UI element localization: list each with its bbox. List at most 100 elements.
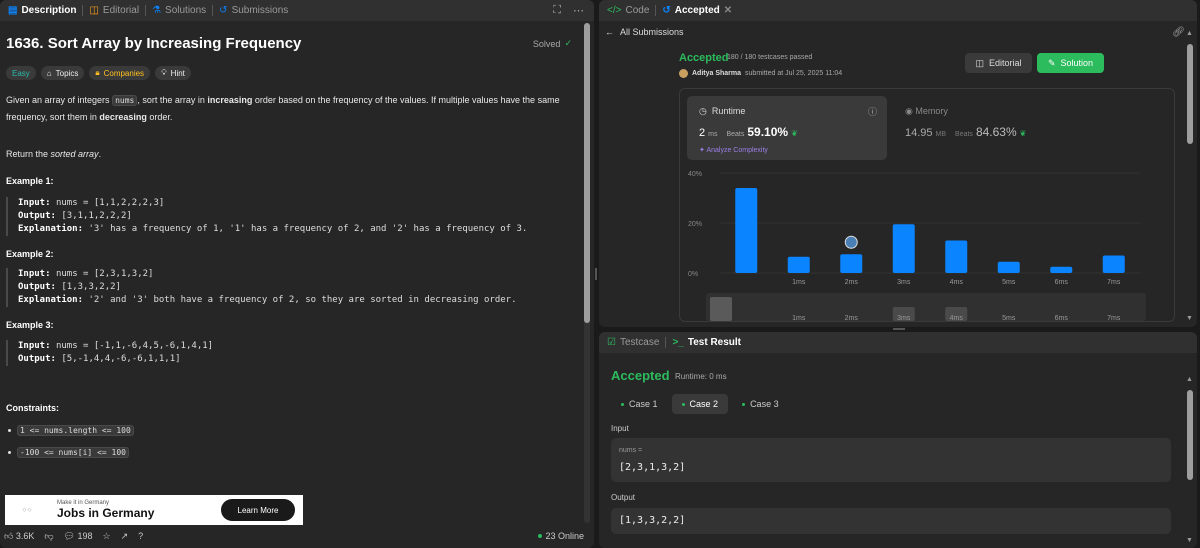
- test-tabbar: ☑ Testcase >_ Test Result: [599, 332, 1197, 353]
- scrollbar-thumb[interactable]: [584, 23, 590, 323]
- hint-chip[interactable]: 💡︎ Hint: [155, 66, 191, 80]
- x-tick-label: 6ms: [1055, 279, 1069, 286]
- analyze-complexity-link[interactable]: ✦ Analyze Complexity: [699, 146, 768, 154]
- submission-panel: </> Code ↺ Accepted ✕ ← All Submissions …: [599, 0, 1197, 327]
- topics-chip[interactable]: ⌂ Topics: [40, 66, 85, 80]
- description-content: 1636. Sort Array by Increasing Frequency…: [0, 21, 582, 524]
- bar: [840, 254, 863, 273]
- x-tick-label: 4ms: [950, 279, 964, 286]
- result-runtime: Runtime: 0 ms: [675, 372, 727, 381]
- expand-icon[interactable]: ⛶: [553, 4, 561, 17]
- example-2-block: Input: nums = [2,3,1,3,2] Output: [1,3,3…: [6, 268, 517, 307]
- tag-icon: ⌂: [46, 68, 52, 78]
- flask-icon: ⚗: [152, 5, 162, 16]
- minimap-label: 2ms: [845, 315, 859, 322]
- case-tabs: Case 1 Case 2 Case 3: [611, 394, 789, 414]
- y-tick-label: 40%: [688, 171, 702, 178]
- return-statement: Return the sorted array.: [6, 149, 102, 159]
- dislike-icon[interactable]: 👎︎: [44, 531, 53, 542]
- scrollbar-thumb[interactable]: [1187, 390, 1193, 480]
- constraint-item: -100 <= nums[i] <= 100: [8, 447, 129, 458]
- bar: [1050, 266, 1073, 273]
- description-panel: ▤ Description ◫ Editorial ⚗ Solutions ↺ …: [0, 0, 594, 548]
- share-icon[interactable]: ↗: [121, 531, 129, 542]
- book-icon: ◫: [89, 5, 99, 16]
- constraint-item: 1 <= nums.length <= 100: [8, 425, 134, 436]
- runtime-value: 2 ms Beats 59.10% ❦: [699, 125, 798, 139]
- minimap-label: 7ms: [1107, 315, 1121, 322]
- submission-scrollbar[interactable]: ▲ ▼: [1186, 30, 1194, 322]
- submission-meta: Aditya Sharma submitted at Jul 25, 2025 …: [679, 69, 842, 78]
- comments-button[interactable]: 💬︎ 198: [64, 531, 93, 542]
- scroll-down-icon: ▼: [1186, 537, 1193, 544]
- terminal-icon: >_: [672, 337, 684, 348]
- info-icon[interactable]: ⓘ: [868, 105, 877, 118]
- y-tick-label: 0%: [688, 271, 698, 278]
- edit-icon: ✎: [1047, 57, 1056, 68]
- result-status: Accepted: [611, 368, 670, 383]
- advertisement[interactable]: ◇ ◇ Make it in Germany Jobs in Germany L…: [5, 495, 303, 525]
- link-icon[interactable]: 🔗︎: [1172, 27, 1185, 38]
- output-label: Output: [611, 493, 636, 502]
- tab-submissions[interactable]: ↺ Submissions: [213, 0, 294, 21]
- bar: [945, 240, 968, 273]
- clock-icon: ◷: [699, 106, 707, 116]
- tab-description[interactable]: ▤ Description: [2, 0, 82, 21]
- solution-button[interactable]: ✎ Solution: [1037, 53, 1104, 73]
- left-footer: 👍︎ 3.6K 👎︎ 💬︎ 198 ☆ ↗ ? 23 Online: [0, 524, 594, 548]
- tab-accepted[interactable]: ↺ Accepted ✕: [656, 0, 738, 21]
- solved-status: Solved ✓: [532, 38, 572, 49]
- online-count: 23 Online: [538, 531, 584, 541]
- x-tick-label: 1ms: [792, 279, 806, 286]
- bar: [735, 188, 758, 273]
- test-scrollbar[interactable]: ▲ ▼: [1186, 376, 1194, 544]
- companies-chip[interactable]: 🔒︎ Companies: [89, 66, 151, 80]
- like-button[interactable]: 👍︎ 3.6K: [4, 531, 34, 542]
- input-label: Input: [611, 424, 629, 433]
- description-scrollbar[interactable]: [584, 23, 590, 523]
- star-icon[interactable]: ☆: [103, 531, 111, 542]
- bar: [892, 224, 915, 273]
- range-handle: [710, 297, 732, 321]
- x-tick-label: 3ms: [897, 279, 911, 286]
- case-tab-2[interactable]: Case 2: [671, 394, 729, 414]
- case-tab-1[interactable]: Case 1: [611, 394, 668, 414]
- submission-status: Accepted: [679, 52, 729, 64]
- all-submissions-link[interactable]: ← All Submissions: [605, 27, 684, 37]
- tab-solutions[interactable]: ⚗ Solutions: [146, 0, 212, 21]
- case-tab-3[interactable]: Case 3: [732, 394, 789, 414]
- history-icon: ↺: [662, 5, 671, 16]
- help-icon[interactable]: ?: [138, 531, 143, 541]
- history-icon: ↺: [219, 5, 228, 16]
- memory-label[interactable]: ◉ Memory: [905, 106, 948, 117]
- more-icon[interactable]: ⋯: [573, 4, 584, 17]
- minimap-label: 5ms: [1002, 315, 1016, 322]
- minimap-label: 1ms: [792, 315, 806, 322]
- x-tick-label: 7ms: [1107, 279, 1121, 286]
- lightbulb-icon: 💡︎: [161, 68, 167, 77]
- scroll-down-icon: ▼: [1186, 315, 1193, 322]
- tab-editorial[interactable]: ◫ Editorial: [83, 0, 145, 21]
- y-tick-label: 20%: [688, 221, 702, 228]
- testcases-passed: 180 / 180 testcases passed: [727, 54, 813, 61]
- leaf-icon: ❦: [1019, 129, 1027, 138]
- tab-testcase[interactable]: ☑ Testcase: [601, 332, 665, 353]
- learn-more-button[interactable]: Learn More: [221, 499, 295, 521]
- example-3-block: Input: nums = [-1,1,-6,4,5,-6,1,4,1] Out…: [6, 340, 213, 366]
- code-icon: </>: [607, 5, 622, 16]
- memory-value: 14.95 MB Beats 84.63% ❦: [905, 125, 1027, 139]
- left-tabbar: ▤ Description ◫ Editorial ⚗ Solutions ↺ …: [0, 0, 594, 21]
- runtime-card[interactable]: ◷ Runtime ⓘ 2 ms Beats 59.10% ❦ ✦ Analyze…: [687, 96, 887, 160]
- x-tick-label: 2ms: [845, 279, 859, 286]
- x-tick-label: 5ms: [1002, 279, 1016, 286]
- example-2-title: Example 2:: [6, 249, 54, 259]
- user-avatar-marker: [844, 235, 858, 249]
- editorial-button[interactable]: ◫ Editorial: [965, 53, 1032, 73]
- difficulty-chip: Easy: [6, 66, 36, 80]
- close-icon[interactable]: ✕: [724, 5, 732, 16]
- book-icon: ◫: [975, 57, 984, 68]
- tab-test-result[interactable]: >_ Test Result: [666, 332, 747, 353]
- scrollbar-thumb[interactable]: [1187, 44, 1193, 144]
- bar: [787, 256, 810, 273]
- tab-code[interactable]: </> Code: [601, 0, 655, 21]
